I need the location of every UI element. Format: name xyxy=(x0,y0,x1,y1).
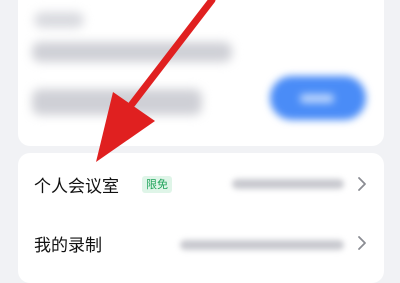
settings-list-card: 个人会议室 限免 我的录制 xyxy=(18,153,384,283)
chevron-right-icon xyxy=(358,236,366,250)
free-tag-badge: 限免 xyxy=(142,176,172,193)
list-item-my-recordings[interactable]: 我的录制 xyxy=(18,214,384,272)
chevron-right-icon xyxy=(358,177,366,191)
blurred-text-line xyxy=(34,12,84,28)
list-item-personal-meeting-room[interactable]: 个人会议室 限免 xyxy=(18,155,384,213)
blurred-recording-info xyxy=(180,240,344,250)
blurred-action-button[interactable] xyxy=(270,76,366,120)
list-item-label: 个人会议室 xyxy=(34,177,119,197)
blurred-info-card xyxy=(18,0,384,146)
blurred-meeting-id xyxy=(232,179,344,189)
blurred-text-line xyxy=(32,89,202,115)
list-item-label: 我的录制 xyxy=(34,236,102,256)
blurred-text-line xyxy=(32,42,232,62)
